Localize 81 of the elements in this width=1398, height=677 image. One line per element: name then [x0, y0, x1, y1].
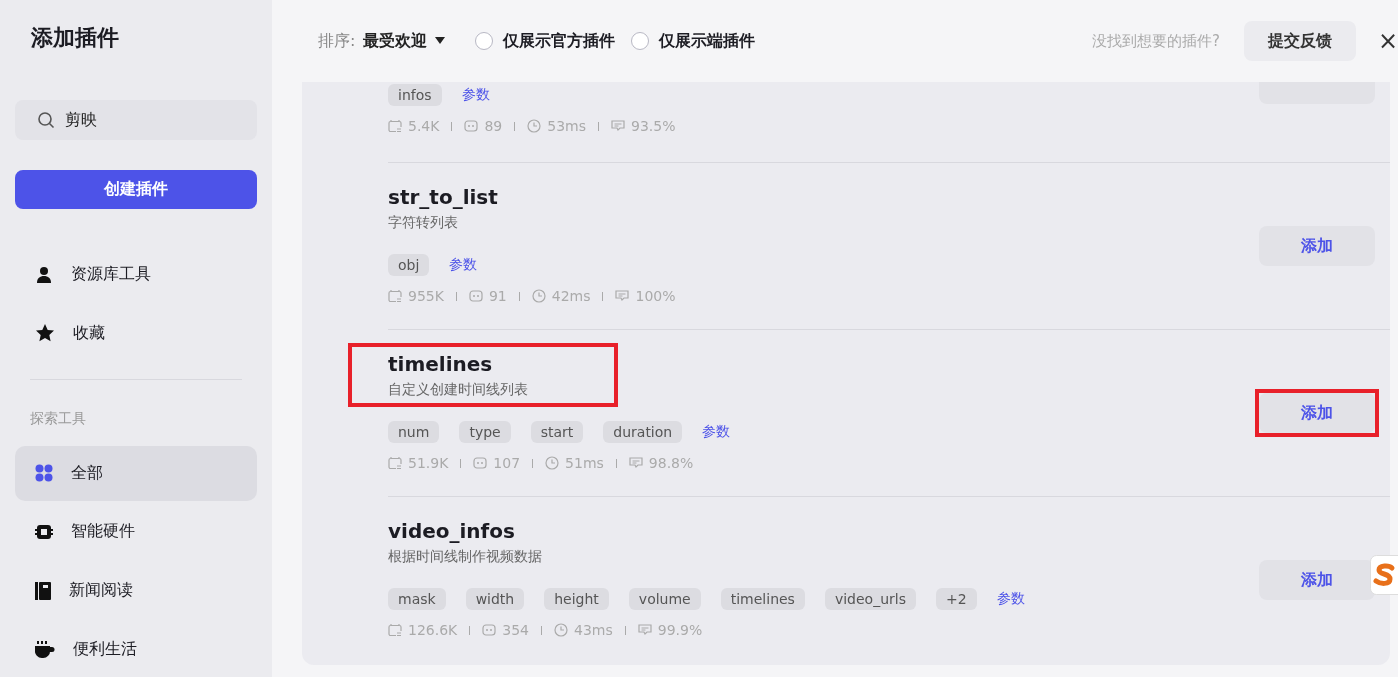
category-item[interactable]: 全部 — [15, 445, 257, 501]
plugin-name: str_to_list — [388, 184, 499, 210]
stat-value: 89 — [484, 118, 503, 134]
filter-label: 仅展示端插件 — [659, 30, 756, 52]
feedback-prompt: 没找到想要的插件? — [1092, 31, 1220, 51]
plugin-name: timelines — [388, 351, 494, 377]
radio-button[interactable] — [631, 32, 650, 50]
stat-value: 93.5% — [631, 118, 676, 134]
stat-value: 126.6K — [408, 622, 458, 638]
search-field[interactable]: 剪映 — [15, 100, 257, 140]
plugin-description: 字符转列表 — [388, 214, 459, 232]
plugin-description: 根据时间线制作视频数据 — [388, 548, 543, 566]
bot-icon — [464, 119, 479, 133]
params-link[interactable]: 参数 — [461, 86, 490, 104]
params-link[interactable]: 参数 — [702, 423, 731, 441]
comment-icon — [615, 289, 630, 303]
chip-icon — [35, 522, 53, 541]
panel-title: 添加插件 — [31, 24, 120, 52]
nav-item[interactable]: 资源库工具 — [15, 247, 257, 302]
params-link[interactable]: 参数 — [996, 590, 1025, 608]
cup-icon — [35, 640, 55, 659]
add-button[interactable]: 添加 — [1259, 560, 1375, 600]
stat-value: 99.9% — [657, 622, 703, 638]
param-tag: width — [465, 588, 525, 610]
grid-icon — [35, 464, 53, 483]
stat-value: 98.8% — [648, 455, 694, 471]
param-tag: video_urls — [824, 588, 916, 610]
clock-icon — [545, 456, 560, 470]
add-button[interactable]: 添加 — [1259, 226, 1375, 266]
person-icon — [35, 265, 53, 284]
stat-value: 107 — [493, 455, 521, 471]
param-tag: height — [544, 588, 609, 610]
param-tag: type — [459, 421, 511, 443]
clock-icon — [527, 119, 542, 133]
stat-value: 100% — [635, 288, 676, 304]
stat-value: 43ms — [574, 622, 613, 638]
category-item[interactable]: 便利生活 — [15, 622, 257, 677]
radio-button[interactable] — [475, 32, 494, 50]
feedback-button[interactable]: 提交反馈 — [1244, 21, 1356, 61]
params-link[interactable]: 参数 — [449, 256, 478, 274]
comment-icon — [637, 623, 652, 637]
comment-icon — [611, 119, 626, 133]
comment-icon — [628, 456, 643, 470]
param-tag: start — [530, 421, 584, 443]
stat-value: 5.4K — [408, 118, 440, 134]
plugin-name: video_infos — [388, 518, 516, 544]
section-label: 探索工具 — [30, 409, 87, 428]
param-tag: infos — [388, 84, 442, 106]
stat-value: 51.9K — [408, 455, 449, 471]
param-tag: obj — [388, 254, 430, 276]
bot-icon — [468, 289, 483, 303]
close-button[interactable]: × — [1364, 27, 1398, 55]
sort-dropdown[interactable]: 最受欢迎 — [363, 30, 446, 52]
category-item[interactable]: 智能硬件 — [15, 504, 257, 560]
stat-value: 955K — [408, 288, 444, 304]
stat-value: 42ms — [551, 288, 591, 304]
nav-item[interactable]: 收藏 — [15, 306, 257, 361]
add-button[interactable]: 添加 — [1259, 393, 1375, 433]
stat-value: 91 — [488, 288, 507, 304]
book-icon — [35, 581, 51, 600]
param-tag: mask — [388, 588, 446, 610]
bot-icon — [473, 456, 488, 470]
plugin-description: 自定义创建时间线列表 — [388, 381, 529, 399]
sort-label: 排序: — [318, 30, 356, 52]
clock-icon — [554, 623, 568, 637]
category-item[interactable]: 新闻阅读 — [15, 563, 257, 619]
param-tag: num — [388, 421, 440, 443]
create-plugin-button[interactable]: 创建插件 — [15, 170, 257, 210]
param-tag: duration — [603, 421, 683, 443]
star-icon — [35, 323, 55, 344]
clock-icon — [531, 289, 546, 303]
bot-icon — [482, 623, 497, 637]
search-icon — [37, 111, 55, 129]
param-tag: +2 — [936, 588, 977, 610]
param-tag: timelines — [720, 588, 805, 610]
stat-value: 53ms — [547, 118, 587, 134]
caret-icon — [435, 37, 446, 45]
stat-value: 51ms — [565, 455, 604, 471]
stat-value: 354 — [502, 622, 529, 638]
param-tag: volume — [628, 588, 701, 610]
filter-label: 仅展示官方插件 — [503, 30, 616, 52]
